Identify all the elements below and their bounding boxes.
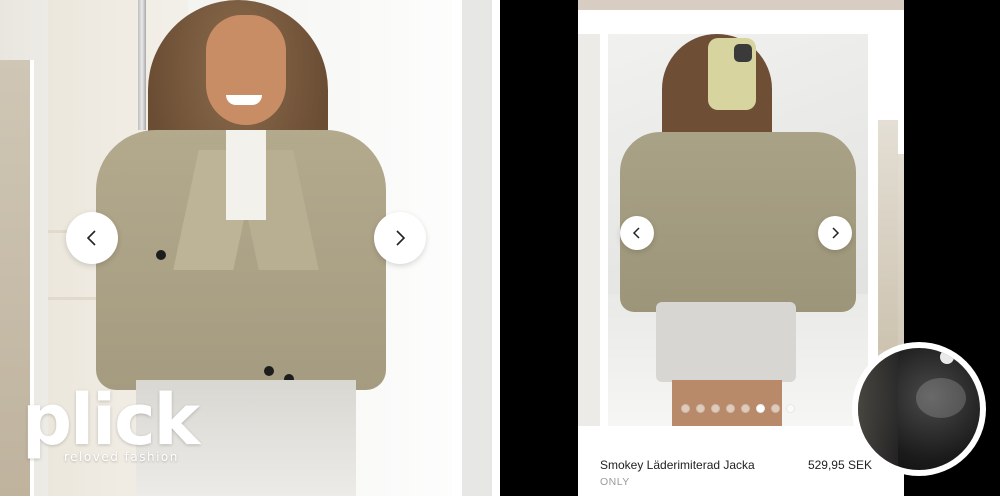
carousel-dot[interactable] — [711, 404, 720, 413]
video-frame: plick reloved fashion Smokey Läderimiter… — [0, 0, 1000, 496]
product-image-carousel[interactable] — [578, 34, 904, 426]
carousel-pagination — [608, 404, 868, 413]
carousel-dot[interactable] — [786, 404, 795, 413]
carousel-dot[interactable] — [771, 404, 780, 413]
next-image-peek — [452, 0, 500, 496]
carousel-dot[interactable] — [741, 404, 750, 413]
carousel-dot[interactable] — [681, 404, 690, 413]
app-top-bar — [578, 0, 904, 10]
side-image-peek — [878, 120, 898, 350]
previous-image-peek — [578, 34, 600, 426]
logo-wordmark: plick — [22, 379, 200, 461]
product-brand: ONLY — [600, 476, 630, 488]
chevron-left-icon — [632, 227, 640, 239]
camera-bubble — [852, 342, 986, 476]
chevron-right-icon — [396, 230, 406, 246]
carousel-prev-button[interactable] — [66, 212, 118, 264]
carousel-dot[interactable] — [726, 404, 735, 413]
left-video-panel: plick reloved fashion — [0, 0, 500, 496]
carousel-prev-button[interactable] — [620, 216, 654, 250]
plick-logo: plick reloved fashion — [22, 379, 202, 464]
chevron-right-icon — [832, 227, 840, 239]
carousel-dot[interactable] — [696, 404, 705, 413]
product-info[interactable]: Smokey Läderimiterad Jacka ONLY 529,95 S… — [600, 458, 872, 488]
chevron-left-icon — [86, 230, 96, 246]
carousel-next-button[interactable] — [818, 216, 852, 250]
carousel-dot[interactable] — [756, 404, 765, 413]
carousel-next-button[interactable] — [374, 212, 426, 264]
